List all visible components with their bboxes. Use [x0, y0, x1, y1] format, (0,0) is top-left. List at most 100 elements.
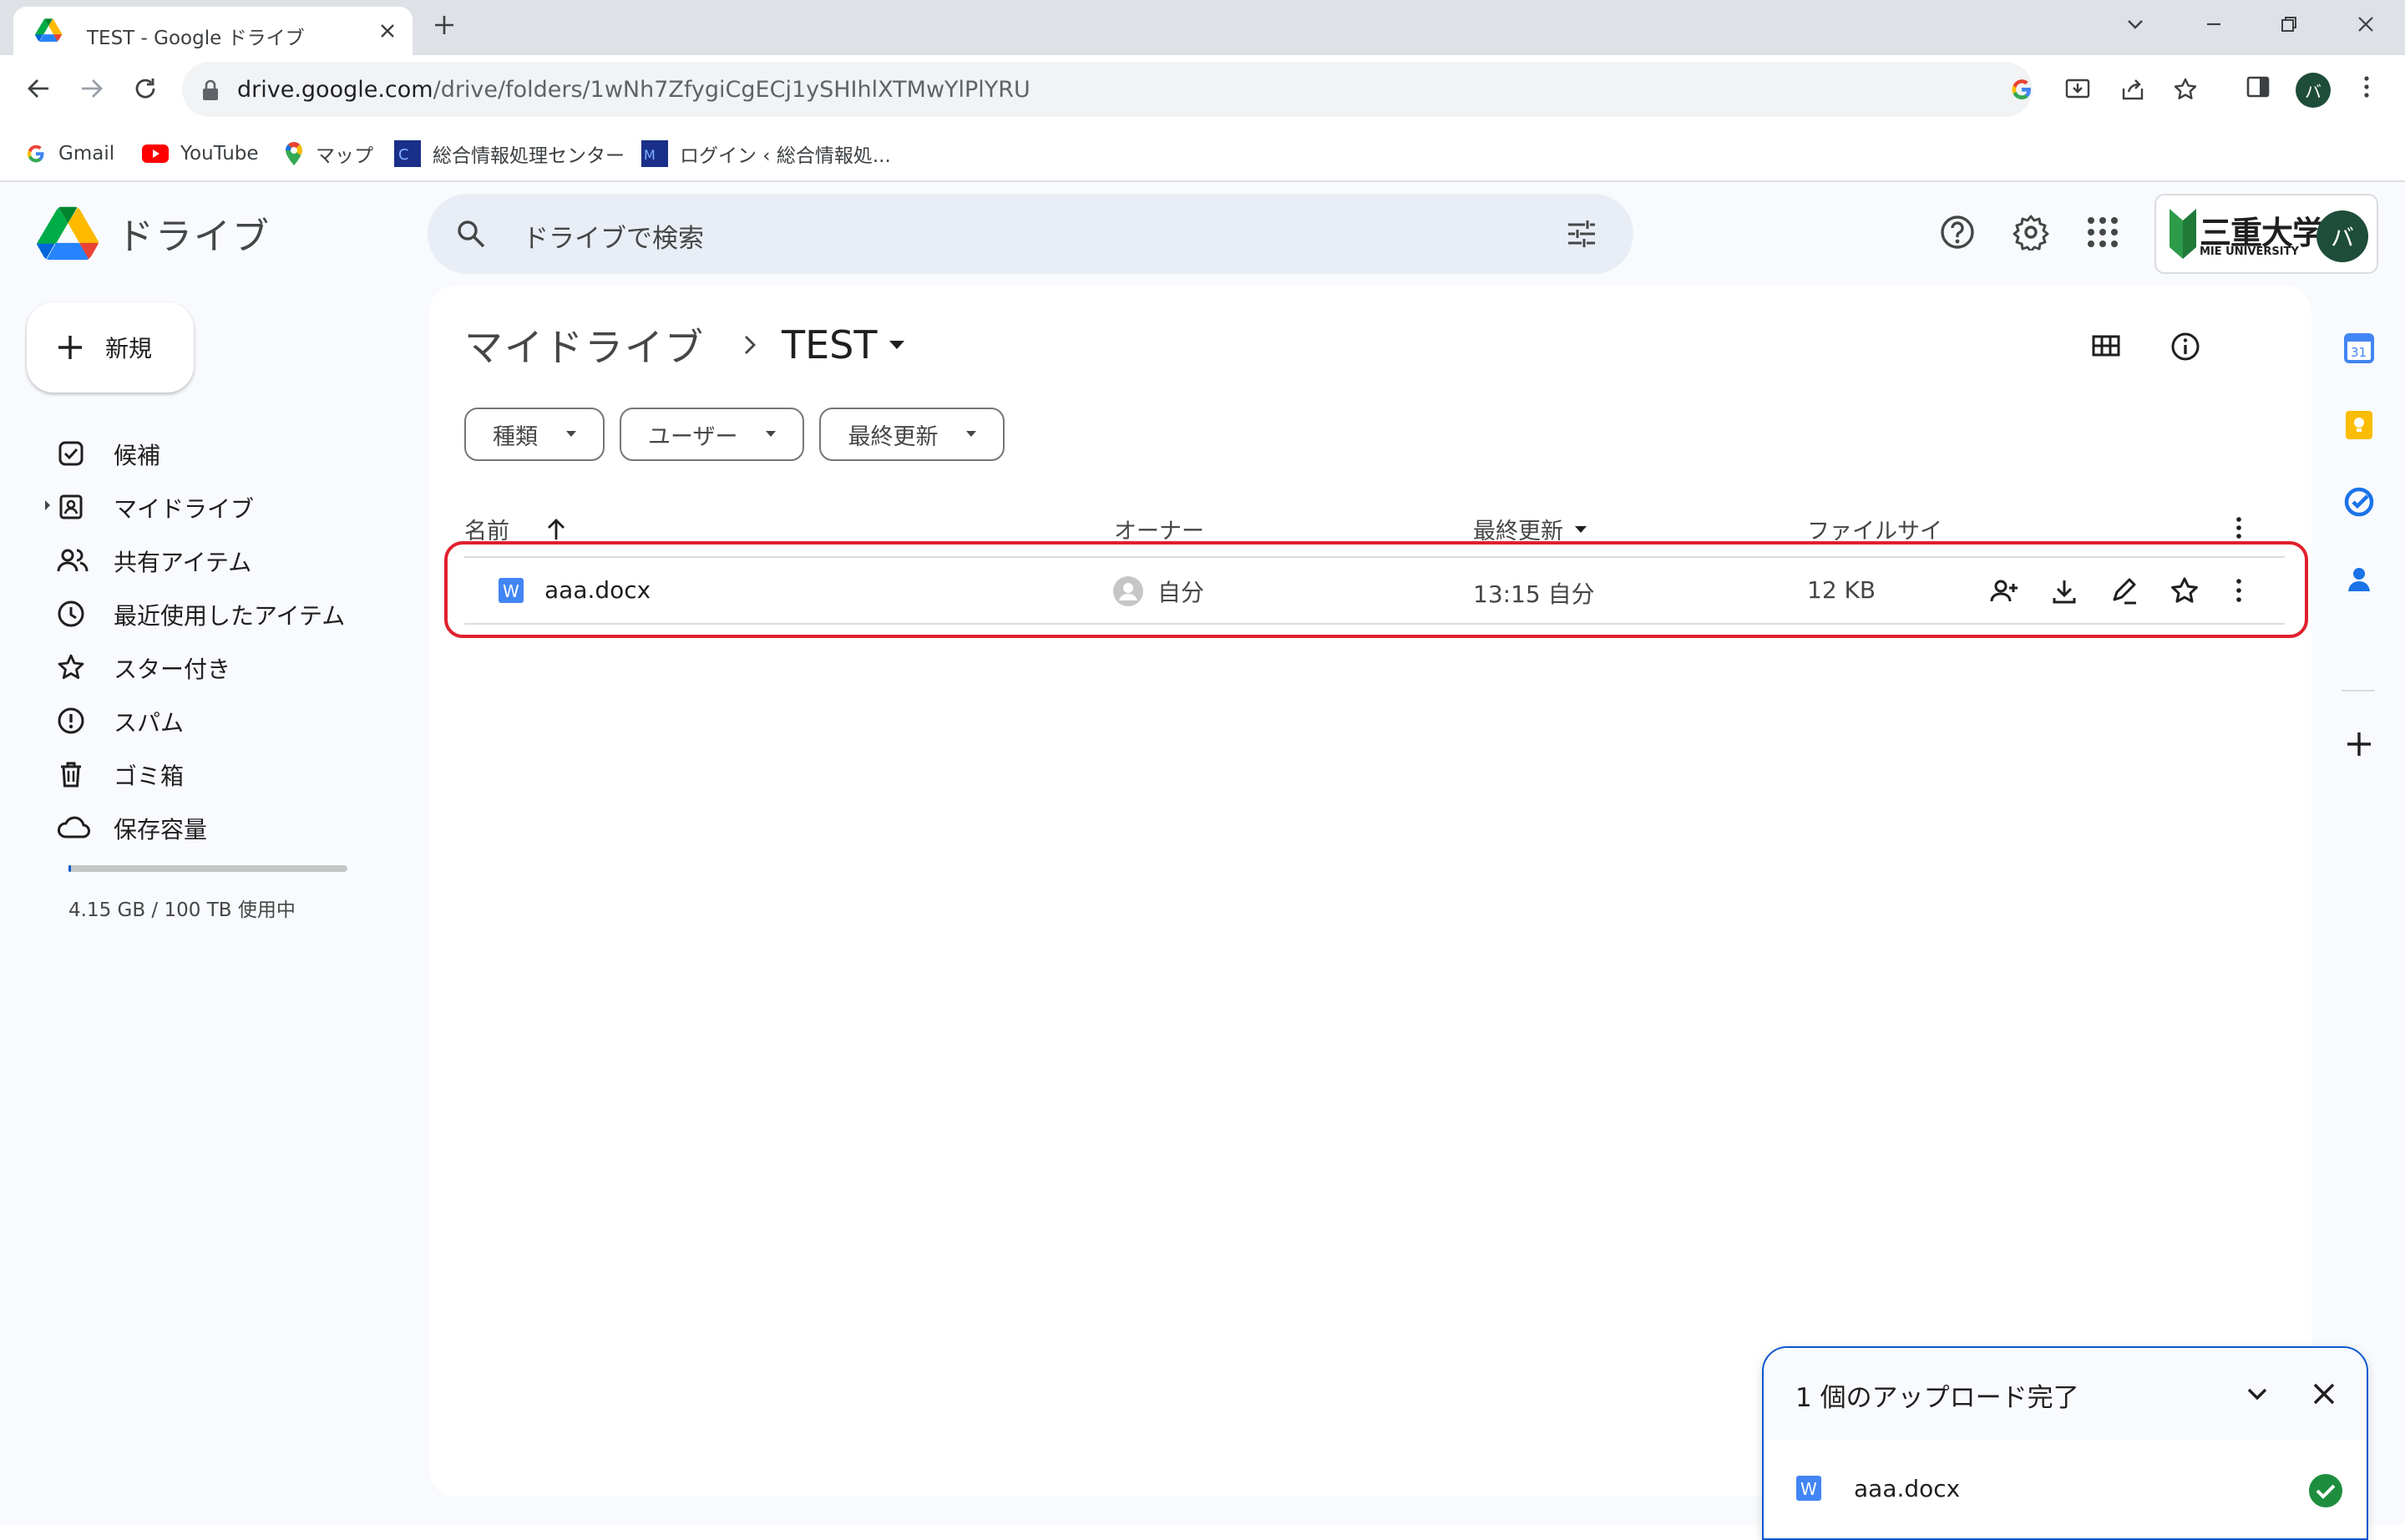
browser-profile-avatar[interactable]: バ — [2296, 73, 2331, 108]
sidebar-item-label: スター付き — [114, 656, 231, 683]
column-more-icon[interactable] — [2235, 516, 2243, 540]
drive-app: ドライブ ドライブで検索 三重大学 MIE UNIVERSITY バ 新規 候補… — [0, 182, 2405, 1540]
bookmark-gmail[interactable]: Gmail — [25, 137, 114, 170]
new-button[interactable]: 新規 — [27, 302, 194, 393]
url-text[interactable]: drive.google.com/drive/folders/1wNh7Zfyg… — [237, 77, 1030, 103]
filter-people-chip[interactable]: ユーザー — [620, 408, 805, 461]
filter-modified-chip[interactable]: 最終更新 — [819, 408, 1005, 461]
window-close-icon[interactable] — [2353, 12, 2378, 37]
tab-search-chevron-icon[interactable] — [2123, 12, 2148, 37]
back-icon[interactable] — [23, 73, 53, 104]
rename-edit-icon[interactable] — [2109, 576, 2139, 606]
drive-logo-icon — [37, 206, 99, 261]
bookmark-youtube[interactable]: YouTube — [142, 137, 259, 170]
address-bar[interactable]: drive.google.com/drive/folders/1wNh7Zfyg… — [182, 62, 2197, 117]
column-name[interactable]: 名前 — [464, 513, 566, 545]
maps-pin-icon — [284, 141, 304, 166]
filter-chips: 種類 ユーザー 最終更新 — [464, 408, 1020, 461]
svg-text:C: C — [398, 146, 409, 164]
row-more-actions-icon[interactable] — [2235, 578, 2243, 603]
drive-favicon — [35, 18, 62, 43]
share-icon[interactable] — [2119, 77, 2146, 102]
sidebar-item-spam[interactable]: スパム — [0, 693, 384, 747]
youtube-icon — [142, 144, 169, 164]
keep-icon[interactable] — [2343, 409, 2375, 441]
browser-menu-icon[interactable] — [2360, 73, 2373, 100]
bookmark-maps[interactable]: マップ — [284, 137, 373, 170]
help-icon[interactable] — [1939, 214, 1976, 251]
expand-caret-icon[interactable] — [43, 499, 52, 511]
bookmark-label: ログイン ‹ 総合情報処... — [680, 145, 891, 167]
column-owner[interactable]: オーナー — [1114, 513, 1204, 545]
table-row[interactable]: W aaa.docx 自分 13:15 自分 12 KB — [464, 556, 2285, 625]
grid-view-icon[interactable] — [2091, 331, 2121, 361]
bookmark-star-icon[interactable] — [2173, 77, 2198, 102]
browser-tab[interactable]: TEST - Google ドライブ — [13, 7, 413, 55]
search-options-icon[interactable] — [1565, 217, 1598, 251]
column-label: 名前 — [464, 519, 509, 545]
column-modified[interactable]: 最終更新 — [1473, 513, 1588, 545]
close-panel-icon[interactable] — [2310, 1380, 2338, 1408]
trash-icon — [57, 760, 85, 788]
breadcrumb-current-folder[interactable]: TEST — [782, 322, 877, 367]
side-panel: 31 — [2311, 286, 2405, 954]
bookmark-label: Gmail — [58, 143, 115, 165]
install-app-icon[interactable] — [2064, 77, 2091, 102]
filter-type-chip[interactable]: 種類 — [464, 408, 605, 461]
apps-grid-icon[interactable] — [2084, 214, 2121, 251]
settings-gear-icon[interactable] — [2013, 214, 2049, 251]
tab-close-icon[interactable] — [377, 21, 397, 41]
search-bar[interactable]: ドライブで検索 — [428, 194, 1633, 274]
sidebar-item-starred[interactable]: スター付き — [0, 640, 384, 693]
account-avatar[interactable]: バ — [2316, 210, 2368, 262]
minimize-icon[interactable] — [2201, 12, 2226, 37]
lock-icon[interactable] — [200, 79, 220, 102]
tab-strip: TEST - Google ドライブ — [0, 0, 2405, 55]
bookmark-login[interactable]: M ログイン ‹ 総合情報処... — [641, 137, 891, 170]
file-size-cell: 12 KB — [1807, 576, 1876, 604]
new-tab-icon[interactable] — [433, 13, 456, 37]
google-lens-icon[interactable] — [2009, 77, 2034, 102]
file-owner-cell: 自分 — [1112, 575, 1204, 608]
sidebar-item-trash[interactable]: ゴミ箱 — [0, 747, 384, 800]
restore-icon[interactable] — [2276, 12, 2301, 37]
bookmark-label: YouTube — [180, 143, 259, 165]
sort-ascending-arrow-icon[interactable] — [546, 518, 566, 541]
drive-logo[interactable]: ドライブ — [37, 205, 271, 261]
get-addons-plus-icon[interactable] — [2343, 728, 2375, 760]
column-label: 最終更新 — [1473, 519, 1563, 545]
sidebar-item-recent[interactable]: 最近使用したアイテム — [0, 586, 384, 640]
sidebar-item-shared[interactable]: 共有アイテム — [0, 533, 384, 586]
download-icon[interactable] — [2049, 576, 2079, 606]
calendar-icon[interactable]: 31 — [2343, 332, 2375, 364]
details-info-icon[interactable] — [2170, 331, 2201, 362]
column-size[interactable]: ファイルサイ — [1807, 513, 1942, 545]
forward-icon[interactable] — [77, 73, 107, 104]
size-text: 12 KB — [1807, 576, 1876, 604]
storage-progress-bar — [68, 865, 347, 872]
side-panel-divider — [2342, 690, 2375, 691]
sidebar-item-my-drive[interactable]: マイドライブ — [0, 479, 384, 533]
breadcrumb-my-drive[interactable]: マイドライブ — [464, 317, 705, 372]
column-label: ファイルサイ — [1807, 519, 1942, 545]
search-input[interactable]: ドライブで検索 — [523, 217, 704, 255]
collapse-chevron-icon[interactable] — [2243, 1380, 2271, 1408]
bookmark-label: 総合情報処理センター — [433, 145, 625, 167]
search-icon[interactable] — [454, 217, 488, 251]
sidebar-item-suggested[interactable]: 候補 — [0, 426, 384, 479]
side-panel-icon[interactable] — [2245, 73, 2271, 100]
cloud-icon — [57, 813, 90, 842]
share-person-add-icon[interactable] — [1989, 576, 2019, 606]
folder-menu-dropdown-icon[interactable] — [887, 339, 907, 351]
contacts-icon[interactable] — [2343, 563, 2375, 595]
sidebar-item-storage[interactable]: 保存容量 — [0, 800, 384, 854]
upload-item[interactable]: W aaa.docx — [1795, 1465, 2338, 1512]
reload-icon[interactable] — [130, 73, 160, 104]
file-list-header: 名前 オーナー 最終更新 ファイルサイ — [464, 503, 2285, 555]
add-star-icon[interactable] — [2170, 576, 2200, 606]
bookmark-center[interactable]: C 総合情報処理センター — [394, 137, 625, 170]
tasks-icon[interactable] — [2343, 486, 2375, 518]
sort-dropdown-icon[interactable] — [1573, 524, 1588, 534]
file-name-cell[interactable]: W aaa.docx — [498, 576, 651, 604]
filter-chip-label: 種類 — [493, 423, 538, 450]
